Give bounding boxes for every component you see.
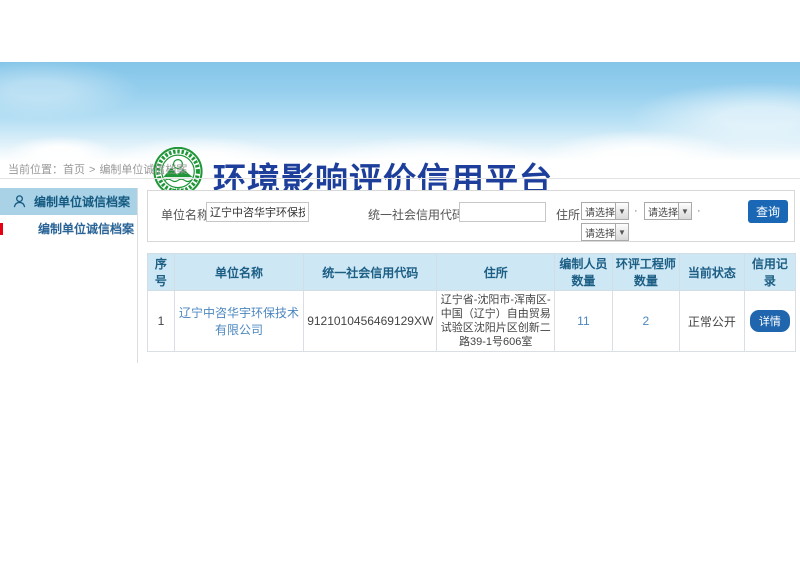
sidebar-header-label: 编制单位诚信档案: [34, 193, 130, 210]
chevron-down-icon: ▼: [615, 224, 628, 240]
chevron-down-icon: ▼: [615, 203, 628, 219]
sidebar-item-archive[interactable]: 编制单位诚信档案: [0, 215, 137, 242]
cell-credit-code: 9121010456469129XW: [304, 291, 437, 352]
col-status: 当前状态: [679, 254, 744, 291]
cell-address: 辽宁省-沈阳市-浑南区-中国（辽宁）自由贸易试验区沈阳片区创新二路39-1号60…: [437, 291, 555, 352]
col-address: 住所: [437, 254, 555, 291]
sidebar-item-label: 编制单位诚信档案: [38, 220, 134, 237]
user-icon: [12, 194, 27, 209]
active-marker: [0, 223, 3, 235]
col-credit-record: 信用记录: [744, 254, 795, 291]
col-unit-name: 单位名称: [174, 254, 303, 291]
breadcrumb-separator: >: [89, 164, 95, 176]
col-staff-count: 编制人员数量: [555, 254, 613, 291]
breadcrumb: 当前位置：首页 > 编制单位诚信档案: [8, 161, 187, 177]
unit-name-input[interactable]: [206, 202, 309, 222]
staff-count-link[interactable]: 11: [577, 314, 589, 328]
header-divider: [0, 178, 800, 179]
unit-name-link[interactable]: 辽宁中咨华宇环保技术有限公司: [179, 306, 299, 337]
province-select-value: 请选择: [582, 204, 615, 219]
cell-status: 正常公开: [679, 291, 744, 352]
cell-index: 1: [148, 291, 175, 352]
address-separator-1: ·: [634, 205, 638, 217]
result-table: 序号 单位名称 统一社会信用代码 住所 编制人员数量 环评工程师数量 当前状态 …: [147, 253, 796, 352]
district-select[interactable]: 请选择 ▼: [581, 223, 629, 241]
province-select[interactable]: 请选择 ▼: [581, 202, 629, 220]
sky-banner: MEE 环境影响评价信用平台: [0, 62, 800, 160]
engineer-count-link[interactable]: 2: [642, 314, 649, 328]
city-select[interactable]: 请选择 ▼: [644, 202, 692, 220]
search-button[interactable]: 查询: [748, 200, 788, 223]
city-select-value: 请选择: [645, 204, 678, 219]
table-row: 1 辽宁中咨华宇环保技术有限公司 9121010456469129XW 辽宁省-…: [148, 291, 796, 352]
breadcrumb-current: 编制单位诚信档案: [99, 164, 187, 176]
detail-button[interactable]: 详情: [750, 310, 790, 332]
breadcrumb-home-link[interactable]: 首页: [63, 164, 85, 176]
district-select-value: 请选择: [582, 225, 615, 240]
sidebar: 编制单位诚信档案 编制单位诚信档案: [0, 188, 138, 363]
breadcrumb-prefix: 当前位置：: [8, 164, 63, 176]
page: MEE 环境影响评价信用平台 当前位置：首页 > 编制单位诚信档案 编制单位诚信档案…: [0, 0, 800, 565]
col-credit-code: 统一社会信用代码: [304, 254, 437, 291]
col-engineer-count: 环评工程师数量: [612, 254, 679, 291]
credit-code-input[interactable]: [459, 202, 546, 222]
search-panel: 单位名称 ： 统一社会信用代码 ： 住所 ： 请选择 ▼ · 请选择 ▼ · 请…: [147, 190, 795, 242]
address-separator-2: ·: [697, 205, 701, 217]
sidebar-header: 编制单位诚信档案: [0, 188, 137, 215]
table-header-row: 序号 单位名称 统一社会信用代码 住所 编制人员数量 环评工程师数量 当前状态 …: [148, 254, 796, 291]
chevron-down-icon: ▼: [678, 203, 691, 219]
col-index: 序号: [148, 254, 175, 291]
